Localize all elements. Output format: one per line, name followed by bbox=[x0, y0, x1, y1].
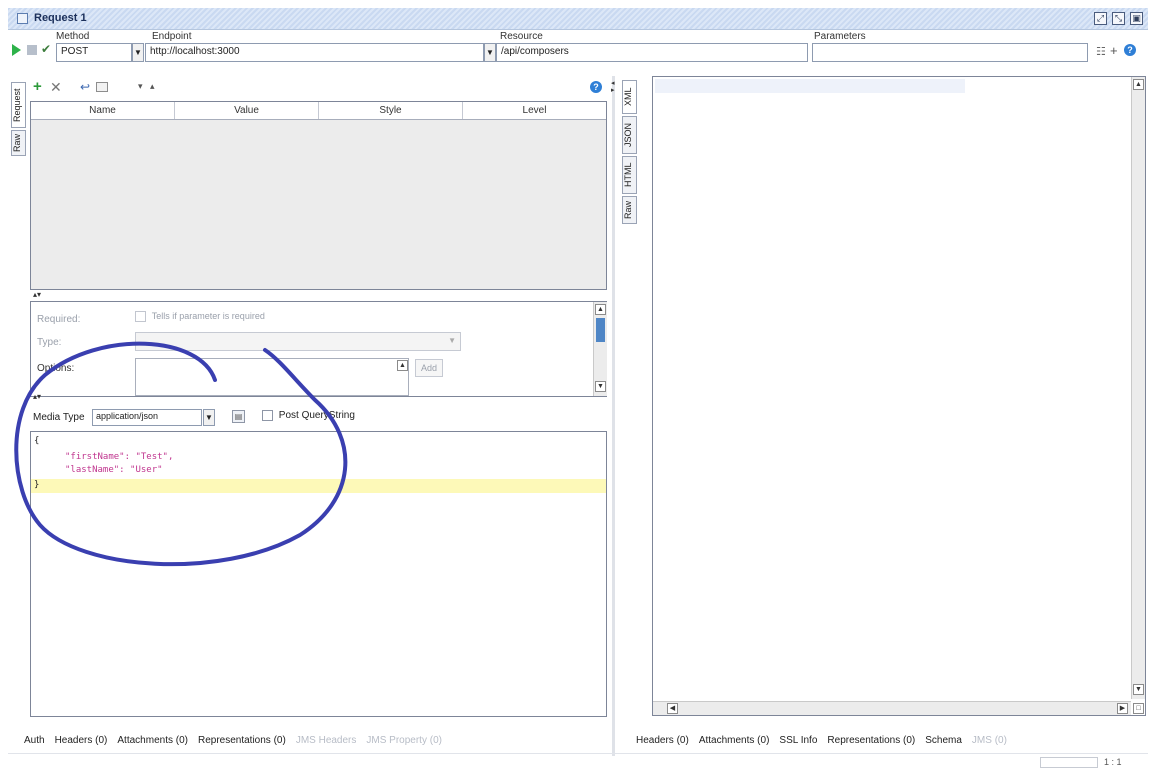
column-style[interactable]: Style bbox=[319, 102, 463, 119]
request-icon bbox=[17, 13, 28, 24]
status-divider bbox=[8, 753, 1148, 754]
response-scroll-down-icon[interactable]: ▼ bbox=[1133, 684, 1144, 695]
close-icon[interactable]: ▣ bbox=[1130, 12, 1143, 25]
tab-attachments[interactable]: Attachments (0) bbox=[117, 735, 188, 746]
tab-schema[interactable]: Schema bbox=[925, 735, 962, 746]
run-icon[interactable] bbox=[12, 44, 21, 56]
required-checkbox[interactable] bbox=[135, 311, 146, 322]
method-dropdown-icon[interactable]: ▼ bbox=[132, 43, 144, 62]
endpoint-dropdown-icon[interactable]: ▼ bbox=[484, 43, 496, 62]
request-bottom-tabs: Auth Headers (0) Attachments (0) Represe… bbox=[24, 735, 452, 746]
stop-icon[interactable] bbox=[27, 45, 37, 55]
options-scroll-up-icon[interactable]: ▲ bbox=[397, 360, 408, 371]
details-scroll-down-icon[interactable]: ▼ bbox=[595, 381, 606, 392]
response-first-line bbox=[655, 79, 965, 93]
help-icon[interactable]: ? bbox=[1124, 44, 1136, 56]
response-scrollbar-v[interactable]: ▲ ▼ bbox=[1131, 77, 1145, 699]
tab-jms[interactable]: JMS (0) bbox=[972, 735, 1007, 746]
copy-icon[interactable] bbox=[96, 82, 108, 92]
column-level[interactable]: Level bbox=[463, 102, 606, 119]
details-scroll-thumb[interactable] bbox=[596, 318, 605, 342]
tab-request[interactable]: Request bbox=[11, 82, 26, 128]
tab-headers[interactable]: Headers (0) bbox=[55, 735, 108, 746]
add-parameter-icon[interactable]: + bbox=[1110, 43, 1118, 58]
annotation-circle bbox=[14, 341, 348, 567]
tab-json[interactable]: JSON bbox=[622, 116, 637, 154]
tab-raw-request[interactable]: Raw bbox=[11, 130, 26, 156]
detach-icon[interactable]: ⤢ bbox=[1094, 12, 1107, 25]
response-scroll-left-icon[interactable]: ◀ bbox=[667, 703, 678, 714]
tab-resp-attachments[interactable]: Attachments (0) bbox=[699, 735, 770, 746]
splitter-arrows-icon[interactable]: ▴▾ bbox=[33, 290, 41, 299]
tab-xml[interactable]: XML bbox=[622, 80, 637, 114]
panel-splitter[interactable] bbox=[612, 76, 615, 756]
required-label: Required: bbox=[37, 314, 81, 325]
remove-row-icon[interactable]: ✕ bbox=[50, 80, 62, 94]
check-icon[interactable]: ✔ bbox=[41, 43, 52, 55]
required-row: Tells if parameter is required bbox=[135, 311, 265, 322]
add-option-button[interactable]: Add bbox=[415, 359, 444, 377]
title-bar: Request 1 ⤢ ⤡ ▣ bbox=[8, 8, 1148, 30]
method-select[interactable]: POST bbox=[56, 43, 132, 62]
response-viewer[interactable]: ▲ ▼ ◀ ▶ □ bbox=[652, 76, 1146, 716]
response-bottom-tabs: Headers (0) Attachments (0) SSL Info Rep… bbox=[636, 735, 1017, 746]
tab-resp-headers[interactable]: Headers (0) bbox=[636, 735, 689, 746]
grid-header: Name Value Style Level bbox=[31, 102, 606, 120]
add-row-icon[interactable]: + bbox=[33, 79, 42, 94]
response-scroll-right-icon[interactable]: ▶ bbox=[1117, 703, 1128, 714]
resource-input[interactable]: /api/composers bbox=[496, 43, 808, 62]
tab-auth[interactable]: Auth bbox=[24, 735, 45, 746]
tab-jms-headers[interactable]: JMS Headers bbox=[296, 735, 357, 746]
revert-icon[interactable]: ↩ bbox=[80, 81, 90, 93]
tab-raw-response[interactable]: Raw bbox=[622, 196, 637, 224]
response-scroll-up-icon[interactable]: ▲ bbox=[1133, 79, 1144, 90]
progress-box bbox=[1040, 757, 1098, 768]
endpoint-input[interactable]: http://localhost:3000 bbox=[145, 43, 484, 62]
required-hint: Tells if parameter is required bbox=[151, 311, 265, 322]
parameters-label: Parameters bbox=[814, 31, 866, 42]
parameter-grid[interactable]: Name Value Style Level bbox=[30, 101, 607, 290]
tab-jms-property[interactable]: JMS Property (0) bbox=[366, 735, 442, 746]
column-name[interactable]: Name bbox=[31, 102, 175, 119]
tab-ssl-info[interactable]: SSL Info bbox=[779, 735, 817, 746]
move-down-icon[interactable]: ▾ bbox=[138, 81, 143, 92]
parameters-input[interactable] bbox=[812, 43, 1088, 62]
column-value[interactable]: Value bbox=[175, 102, 319, 119]
response-scrollbar-h[interactable]: ◀ ▶ bbox=[653, 701, 1131, 715]
tab-representations[interactable]: Representations (0) bbox=[198, 735, 286, 746]
request-help-icon[interactable]: ? bbox=[590, 81, 602, 93]
endpoint-label: Endpoint bbox=[152, 31, 192, 42]
move-up-icon[interactable]: ▴ bbox=[150, 81, 155, 92]
window-title: Request 1 bbox=[34, 12, 87, 24]
tab-html[interactable]: HTML bbox=[622, 156, 637, 194]
float-icon[interactable]: ⤡ bbox=[1112, 12, 1125, 25]
splitter-collapse-icon[interactable]: ◂ ▸ bbox=[611, 80, 615, 94]
corner-icon: □ bbox=[1133, 703, 1144, 714]
cursor-position: 1 : 1 bbox=[1104, 757, 1122, 767]
details-scrollbar[interactable]: ▲ ▼ bbox=[593, 302, 607, 396]
resource-label: Resource bbox=[500, 31, 543, 42]
parameters-list-icon[interactable]: ☷ bbox=[1096, 45, 1106, 58]
details-scroll-up-icon[interactable]: ▲ bbox=[595, 304, 606, 315]
method-label: Method bbox=[56, 31, 90, 42]
tab-resp-representations[interactable]: Representations (0) bbox=[827, 735, 915, 746]
